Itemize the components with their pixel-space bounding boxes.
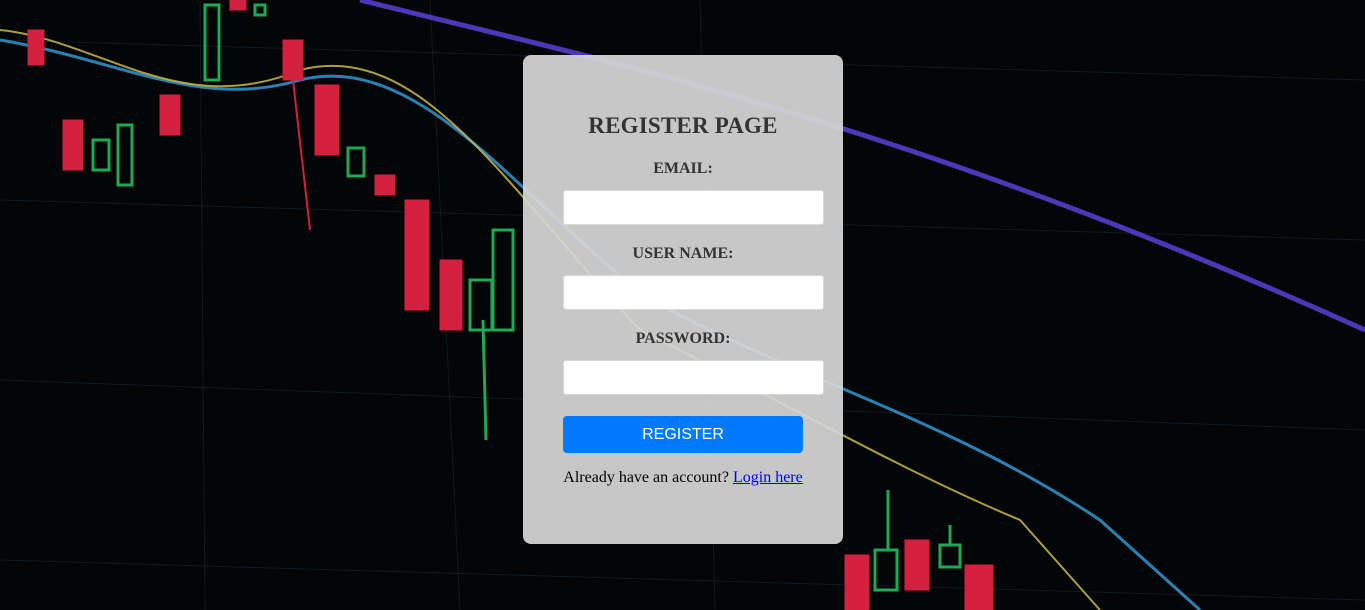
page-title: REGISTER PAGE — [588, 113, 778, 138]
register-button[interactable]: REGISTER — [563, 416, 803, 453]
email-field[interactable] — [563, 190, 824, 225]
login-link[interactable]: Login here — [733, 469, 803, 486]
password-label: PASSWORD: — [635, 330, 731, 347]
login-prompt: Already have an account? Login here — [563, 469, 803, 487]
login-prompt-text: Already have an account? — [563, 469, 729, 486]
email-label: EMAIL: — [653, 160, 713, 177]
register-card: REGISTER PAGE EMAIL: USER NAME: PASSWORD… — [523, 55, 843, 544]
username-field[interactable] — [563, 275, 824, 310]
password-field[interactable] — [563, 360, 824, 395]
username-label: USER NAME: — [632, 245, 734, 262]
